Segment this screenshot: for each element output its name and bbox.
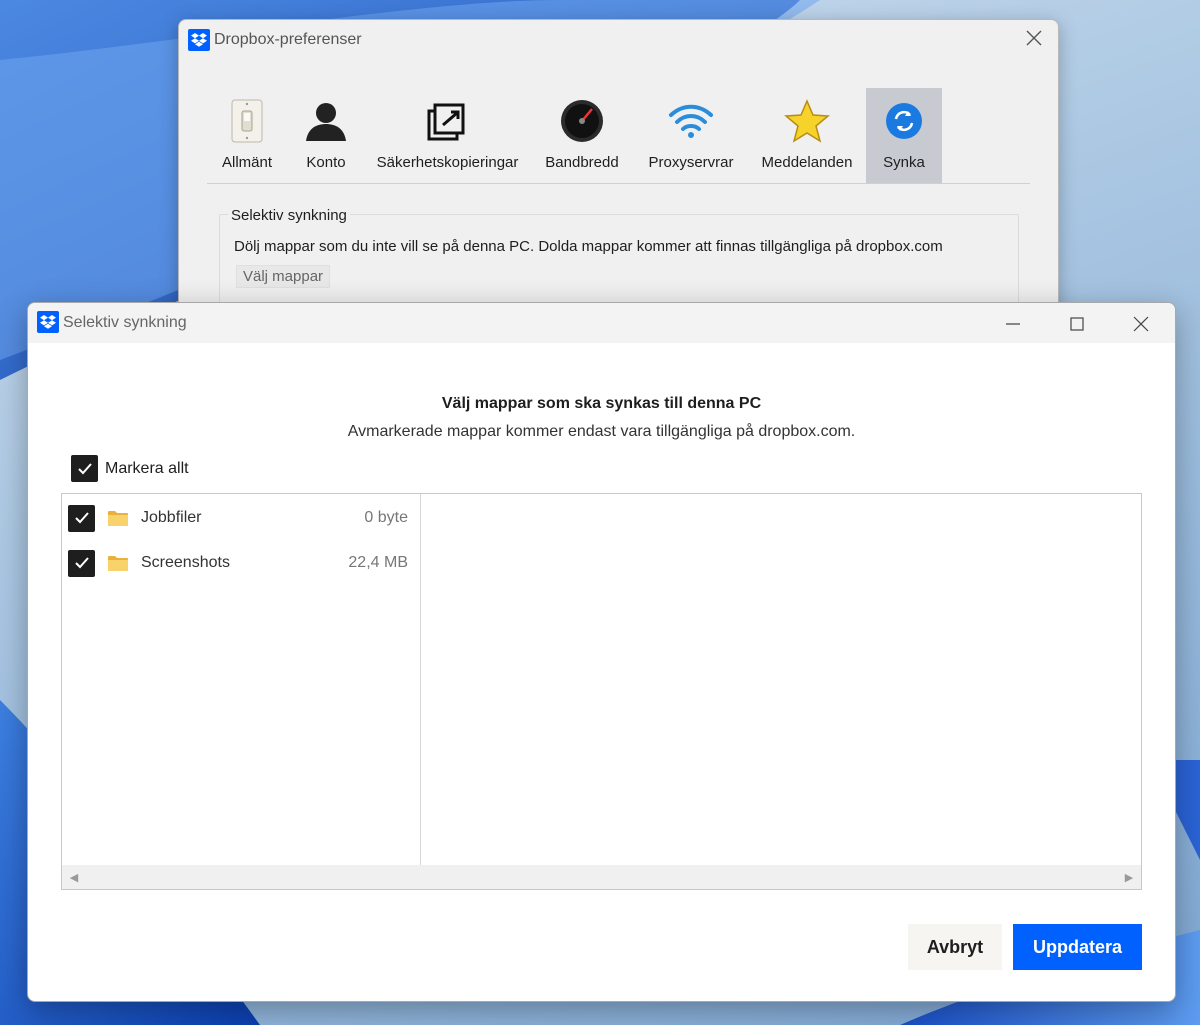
folder-size: 22,4 MB xyxy=(348,554,408,571)
select-all-label: Markera allt xyxy=(105,459,189,477)
tab-label: Meddelanden xyxy=(761,154,853,171)
preferences-window: Dropbox-preferenser Allmänt Konto Säkerh… xyxy=(178,19,1059,339)
folder-checkbox[interactable] xyxy=(68,549,95,577)
preferences-close-button[interactable] xyxy=(1024,30,1044,50)
folder-icon xyxy=(108,510,128,526)
tab-label: Bandbredd xyxy=(545,154,619,171)
cancel-button[interactable]: Avbryt xyxy=(908,924,1002,970)
selective-sync-dialog: Selektiv synkning Välj mappar som ska sy… xyxy=(27,302,1176,1002)
tab-label: Säkerhetskopieringar xyxy=(376,154,519,171)
choose-folders-button[interactable]: Välj mappar xyxy=(236,265,331,288)
speedometer-icon xyxy=(559,98,605,144)
list-item[interactable]: Screenshots 22,4 MB xyxy=(68,548,408,578)
horizontal-scrollbar[interactable]: ◀ ▶ xyxy=(62,865,1141,889)
dropbox-logo-icon xyxy=(188,29,210,51)
tab-sakerhetskopieringar[interactable]: Säkerhetskopieringar xyxy=(365,88,530,183)
folder-size: 0 byte xyxy=(364,509,408,526)
tab-allmant[interactable]: Allmänt xyxy=(207,88,287,183)
light-switch-icon xyxy=(224,98,270,144)
tab-proxyservrar[interactable]: Proxyservrar xyxy=(634,88,748,183)
folder-name: Jobbfiler xyxy=(141,509,202,526)
group-title: Selektiv synkning xyxy=(228,207,350,224)
tab-bandbredd[interactable]: Bandbredd xyxy=(530,88,634,183)
dialog-titlebar: Selektiv synkning xyxy=(28,303,1175,343)
tab-label: Allmänt xyxy=(221,154,273,171)
dialog-subheading: Avmarkerade mappar kommer endast vara ti… xyxy=(347,423,856,440)
tab-meddelanden[interactable]: Meddelanden xyxy=(748,88,866,183)
tab-label: Konto xyxy=(306,154,346,171)
dialog-title: Selektiv synkning xyxy=(63,314,187,331)
dropbox-logo-icon xyxy=(37,311,59,333)
preferences-titlebar: Dropbox-preferenser xyxy=(179,20,1058,62)
preferences-title: Dropbox-preferenser xyxy=(214,31,362,48)
select-all-row[interactable]: Markera allt xyxy=(71,455,189,482)
folder-icon xyxy=(108,555,128,571)
checkmark-icon xyxy=(74,557,89,569)
tab-konto[interactable]: Konto xyxy=(287,88,365,183)
preferences-toolbar: Allmänt Konto Säkerhetskopieringar Bandb… xyxy=(207,88,1030,184)
backup-icon xyxy=(425,98,471,144)
close-icon xyxy=(1133,316,1149,332)
scroll-left-icon[interactable]: ◀ xyxy=(64,865,84,889)
update-button[interactable]: Uppdatera xyxy=(1013,924,1142,970)
star-icon xyxy=(784,98,830,144)
tab-label: Synka xyxy=(883,154,925,171)
dialog-heading: Välj mappar som ska synkas till denna PC xyxy=(441,395,762,412)
folder-name: Screenshots xyxy=(141,554,230,571)
person-icon xyxy=(303,98,349,144)
folder-tree-panel: Jobbfiler 0 byte Screenshots 22,4 MB ◀ ▶ xyxy=(61,493,1142,890)
wifi-icon xyxy=(668,98,714,144)
tab-synka[interactable]: Synka xyxy=(866,88,942,183)
folder-list: Jobbfiler 0 byte Screenshots 22,4 MB xyxy=(62,494,421,865)
scroll-right-icon[interactable]: ▶ xyxy=(1119,865,1139,889)
close-icon xyxy=(1026,30,1042,46)
maximize-icon xyxy=(1070,317,1084,331)
minimize-icon xyxy=(1006,323,1020,325)
tab-label: Proxyservrar xyxy=(648,154,734,171)
checkmark-icon xyxy=(74,512,89,524)
maximize-button[interactable] xyxy=(1054,309,1100,339)
minimize-button[interactable] xyxy=(990,309,1036,339)
list-item[interactable]: Jobbfiler 0 byte xyxy=(68,503,408,533)
group-description: Dölj mappar som du inte vill se på denna… xyxy=(234,238,943,255)
sync-icon xyxy=(881,98,927,144)
folder-checkbox[interactable] xyxy=(68,504,95,532)
dialog-close-button[interactable] xyxy=(1118,309,1164,339)
checkmark-icon xyxy=(77,462,92,474)
select-all-checkbox[interactable] xyxy=(71,455,98,482)
